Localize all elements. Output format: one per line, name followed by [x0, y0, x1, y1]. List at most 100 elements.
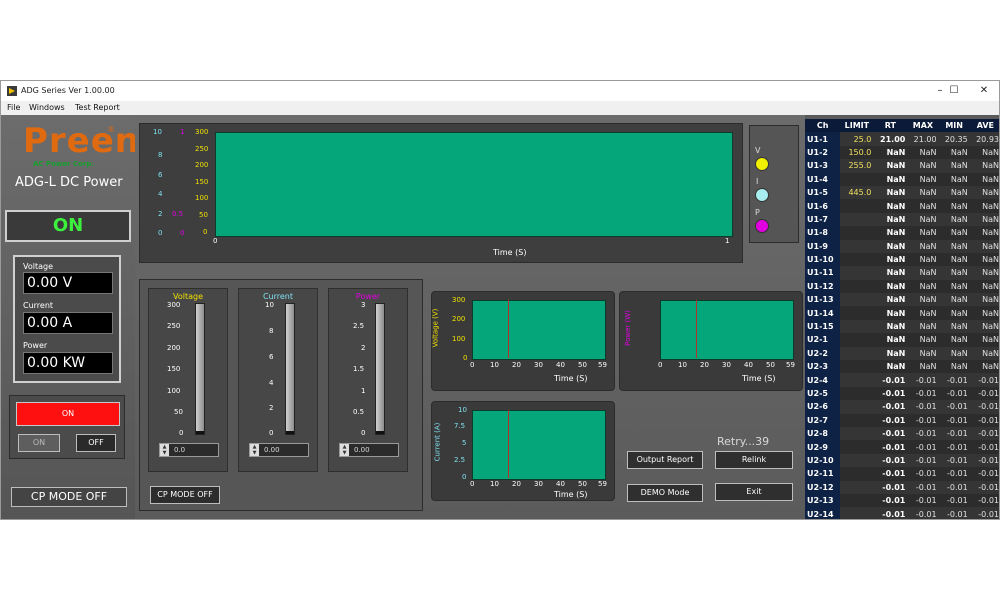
- table-row[interactable]: U2-6 -0.01 -0.01 -0.01 -0.01: [805, 400, 999, 414]
- table-row[interactable]: U1-12 NaN NaN NaN NaN: [805, 279, 999, 294]
- product-name: ADG-L DC Power: [15, 175, 123, 190]
- spinner-arrows-icon[interactable]: ▲ ▼: [160, 444, 169, 456]
- spinner-arrows-icon[interactable]: ▲ ▼: [250, 444, 259, 456]
- table-row[interactable]: U1-10 NaN NaN NaN NaN: [805, 252, 999, 267]
- table-cell: [840, 480, 874, 494]
- current-setpoint-input[interactable]: ▲ ▼ 0.00: [249, 443, 309, 457]
- exit-button[interactable]: Exit: [715, 483, 793, 501]
- current-chart-y-tick: 0: [462, 473, 467, 481]
- table-cell: -0.01: [969, 373, 999, 387]
- voltage-meter-fill: [196, 431, 204, 434]
- voltage-meter-bar: [195, 303, 205, 435]
- power-chart-x-tick: 40: [744, 361, 753, 369]
- menu-test-report[interactable]: Test Report: [75, 103, 120, 112]
- table-row[interactable]: U1-1 25.0 21.00 21.00 20.35 20.93: [805, 132, 999, 146]
- table-cell: -0.01: [969, 440, 999, 454]
- voltage-meter-tick: 200: [167, 344, 181, 352]
- channel-name-cell: U1-2: [805, 145, 841, 160]
- table-row[interactable]: U1-4 NaN NaN NaN NaN: [805, 172, 999, 186]
- table-row[interactable]: U1-9 NaN NaN NaN NaN: [805, 239, 999, 253]
- legend-p-label: P: [755, 208, 760, 217]
- table-cell: NaN: [907, 346, 939, 361]
- relink-button[interactable]: Relink: [715, 451, 793, 469]
- cp-mode-button[interactable]: CP MODE OFF: [150, 486, 220, 504]
- table-cell: NaN: [969, 360, 999, 374]
- legend-panel: V I P: [749, 125, 799, 243]
- table-cell: [840, 306, 874, 320]
- table-row[interactable]: U2-13 -0.01 -0.01 -0.01 -0.01: [805, 493, 999, 508]
- current-meter-tick: 6: [269, 353, 274, 361]
- cp-mode-status[interactable]: CP MODE OFF: [11, 487, 127, 507]
- table-row[interactable]: U1-11 NaN NaN NaN NaN: [805, 266, 999, 280]
- table-cell: NaN: [907, 159, 939, 173]
- table-row[interactable]: U2-3 NaN NaN NaN NaN: [805, 360, 999, 374]
- table-cell: -0.01: [873, 386, 908, 401]
- table-row[interactable]: U2-2 NaN NaN NaN NaN: [805, 346, 999, 361]
- table-row[interactable]: U2-7 -0.01 -0.01 -0.01 -0.01: [805, 413, 999, 427]
- table-cell: -0.01: [873, 440, 908, 454]
- power-readout: 0.00 KW: [23, 352, 113, 374]
- power-chart-cursor: [696, 300, 697, 358]
- table-row[interactable]: U1-2 150.0 NaN NaN NaN NaN: [805, 145, 999, 160]
- table-row[interactable]: U1-8 NaN NaN NaN NaN: [805, 226, 999, 240]
- table-row[interactable]: U1-6 NaN NaN NaN NaN: [805, 199, 999, 213]
- power-chart-x-tick: 20: [700, 361, 709, 369]
- table-row[interactable]: U2-8 -0.01 -0.01 -0.01 -0.01: [805, 426, 999, 441]
- table-row[interactable]: U1-5 445.0 NaN NaN NaN NaN: [805, 185, 999, 200]
- table-row[interactable]: U2-5 -0.01 -0.01 -0.01 -0.01: [805, 386, 999, 401]
- table-cell: [840, 386, 874, 401]
- voltage-chart-x-tick: 40: [556, 361, 565, 369]
- power-chart-x-tick: 10: [678, 361, 687, 369]
- table-row[interactable]: U1-3 255.0 NaN NaN NaN NaN: [805, 159, 999, 173]
- left-panel: Preen ® AC Power Corp. ADG-L DC Power ON…: [1, 115, 139, 519]
- table-cell: NaN: [907, 319, 939, 334]
- table-row[interactable]: U2-11 -0.01 -0.01 -0.01 -0.01: [805, 467, 999, 481]
- on-button[interactable]: ON: [18, 434, 60, 452]
- channel-name-cell: U1-13: [805, 293, 841, 307]
- channel-name-cell: U1-6: [805, 199, 841, 213]
- maximize-button[interactable]: ☐: [939, 83, 969, 99]
- power-meter: Power 3 2.5 2 1.5 1 0.5 0 ▲ ▼ 0.00: [328, 288, 408, 472]
- output-on-indicator[interactable]: ON: [16, 402, 120, 426]
- voltage-setpoint-input[interactable]: ▲ ▼ 0.0: [159, 443, 219, 457]
- table-row[interactable]: U1-7 NaN NaN NaN NaN: [805, 212, 999, 227]
- power-chart-y-label: Power (W): [623, 310, 632, 346]
- table-row[interactable]: U1-14 NaN NaN NaN NaN: [805, 306, 999, 320]
- table-cell: -0.01: [938, 493, 970, 508]
- off-button[interactable]: OFF: [76, 434, 116, 452]
- voltage-chart-x-tick: 10: [490, 361, 499, 369]
- table-row[interactable]: U2-10 -0.01 -0.01 -0.01 -0.01: [805, 453, 999, 468]
- voltage-chart-x-label: Time (S): [554, 374, 588, 383]
- table-row[interactable]: U2-14 -0.01 -0.01 -0.01 -0.01: [805, 507, 999, 519]
- table-cell: NaN: [873, 252, 908, 267]
- demo-mode-button[interactable]: DEMO Mode: [627, 484, 703, 502]
- table-cell: -0.01: [907, 426, 939, 441]
- power-setpoint-input[interactable]: ▲ ▼ 0.00: [339, 443, 399, 457]
- table-cell: 150.0: [840, 145, 874, 160]
- table-cell: [840, 426, 874, 441]
- power-label: Power: [23, 341, 48, 350]
- output-report-button[interactable]: Output Report: [627, 451, 703, 469]
- table-cell: 21.00: [873, 132, 908, 146]
- power-chart-panel: Power (W) 0 10 20 30 40 50 59 Time (S): [619, 291, 803, 391]
- table-row[interactable]: U1-15 NaN NaN NaN NaN: [805, 319, 999, 334]
- table-cell: 20.93: [969, 132, 999, 146]
- table-cell: [840, 333, 874, 347]
- table-cell: NaN: [969, 333, 999, 347]
- table-row[interactable]: U2-1 NaN NaN NaN NaN: [805, 333, 999, 347]
- table-row[interactable]: U2-12 -0.01 -0.01 -0.01 -0.01: [805, 480, 999, 494]
- table-cell: [840, 239, 874, 253]
- table-row[interactable]: U1-13 NaN NaN NaN NaN: [805, 293, 999, 307]
- close-button[interactable]: ✕: [969, 83, 999, 99]
- table-cell: NaN: [969, 212, 999, 227]
- table-row[interactable]: U2-4 -0.01 -0.01 -0.01 -0.01: [805, 373, 999, 387]
- table-row[interactable]: U2-9 -0.01 -0.01 -0.01 -0.01: [805, 440, 999, 454]
- spinner-arrows-icon[interactable]: ▲ ▼: [340, 444, 349, 456]
- readings-panel: Voltage 0.00 V Current 0.00 A Power 0.00…: [13, 255, 121, 383]
- menu-windows[interactable]: Windows: [29, 103, 65, 112]
- main-p-tick: 200: [195, 161, 209, 169]
- current-chart-x-tick: 20: [512, 480, 521, 488]
- table-cell: NaN: [873, 319, 908, 334]
- legend-v-label: V: [755, 146, 761, 155]
- menu-file[interactable]: File: [7, 103, 20, 112]
